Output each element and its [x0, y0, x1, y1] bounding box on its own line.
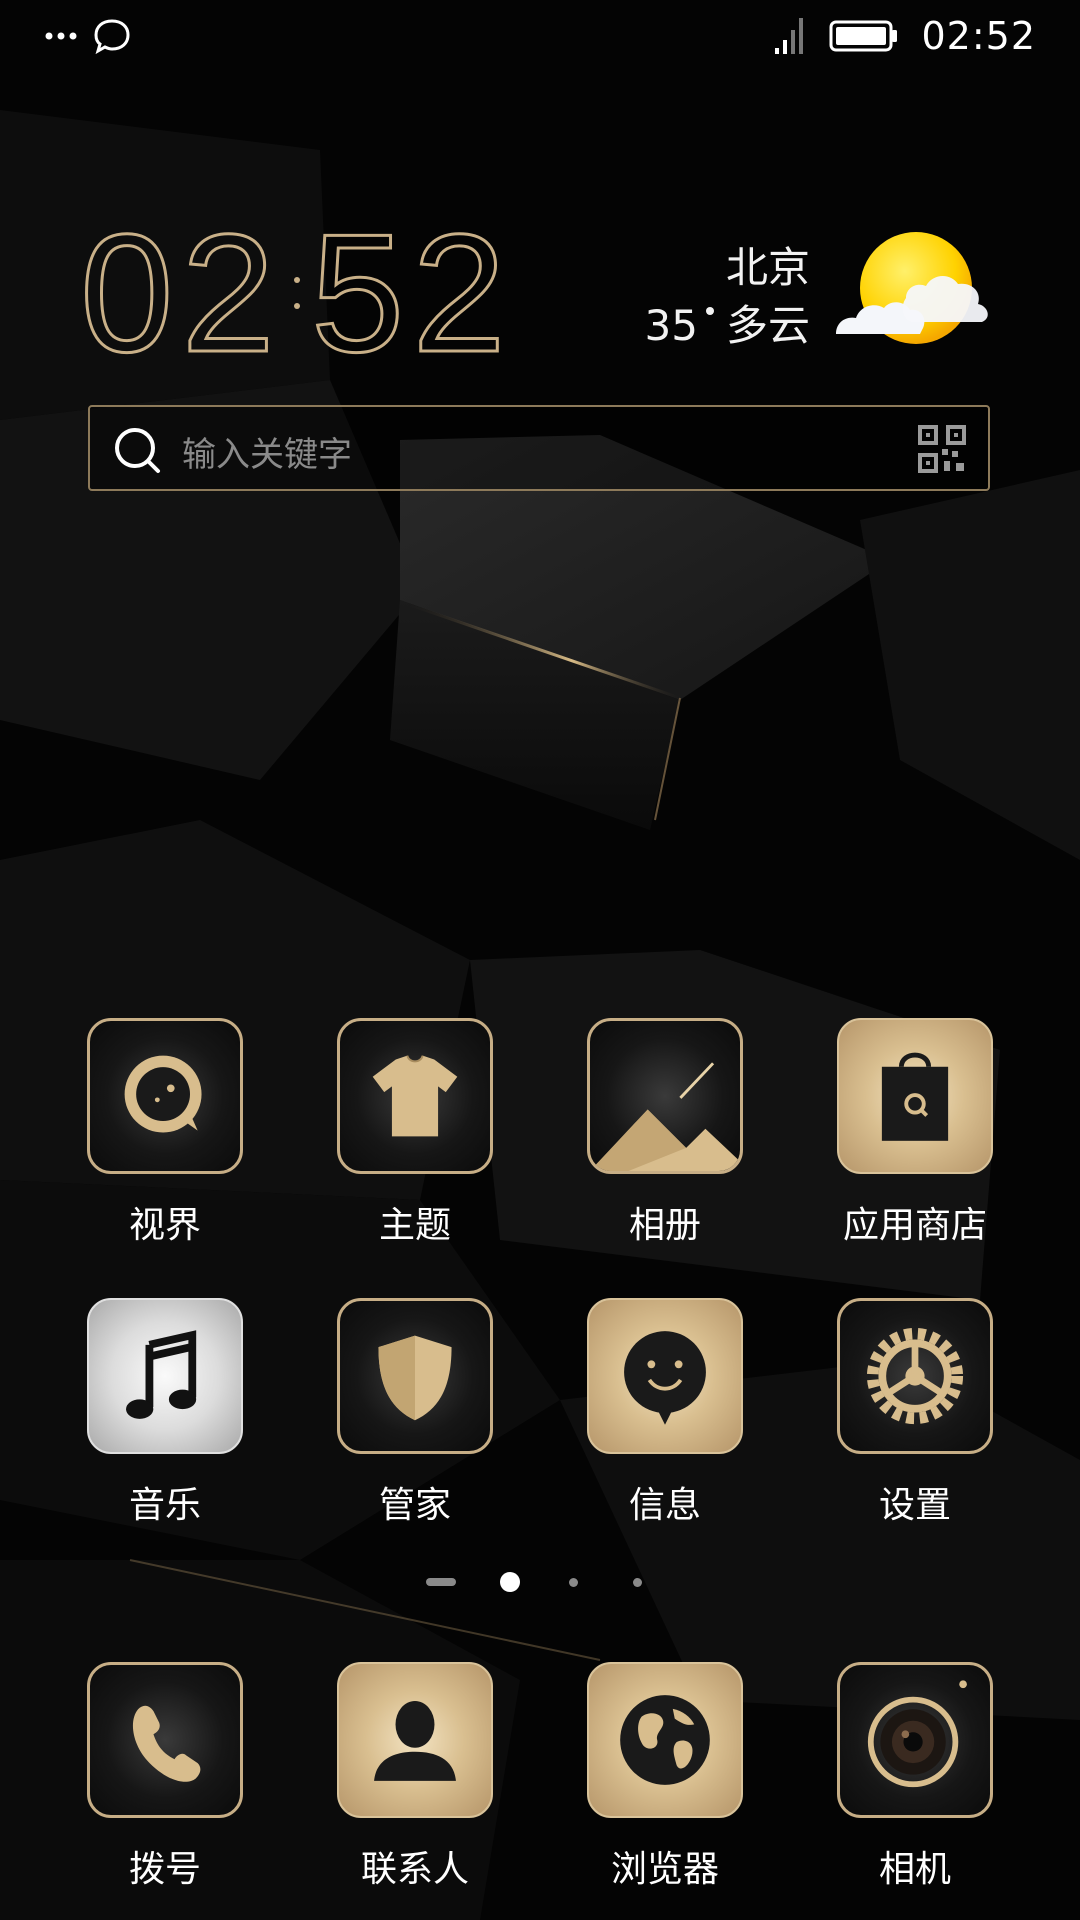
- tshirt-icon: [372, 1055, 458, 1137]
- shield-icon: [378, 1335, 452, 1421]
- app-icon-camera[interactable]: [837, 1662, 993, 1818]
- search-bar[interactable]: 输入关键字: [88, 405, 990, 491]
- app-icon-shezhi[interactable]: [837, 1298, 993, 1454]
- qr-code-icon[interactable]: [918, 425, 966, 473]
- weather-row[interactable]: 35 多云: [645, 292, 810, 353]
- partly-cloudy-icon[interactable]: [832, 226, 998, 356]
- app-label: 主题: [378, 1205, 451, 1246]
- message-bubble-icon: [624, 1331, 706, 1425]
- app-xiangce[interactable]: 相册: [565, 1018, 765, 1248]
- page-indicator[interactable]: [0, 1568, 1080, 1598]
- video-icon: [124, 1055, 202, 1133]
- clock-widget[interactable]: 02 52: [79, 199, 514, 387]
- search-icon[interactable]: [112, 425, 164, 477]
- app-shijie[interactable]: 视界: [65, 1018, 265, 1248]
- dock-dialer[interactable]: 拨号: [65, 1662, 265, 1892]
- search-input[interactable]: 输入关键字: [182, 427, 352, 476]
- app-icon-zhuti[interactable]: [337, 1018, 493, 1174]
- app-label: 管家: [378, 1485, 451, 1526]
- app-label: 应用商店: [842, 1205, 987, 1246]
- clock-minutes: 52: [309, 199, 514, 387]
- dock-browser[interactable]: 浏览器: [565, 1662, 765, 1892]
- app-store[interactable]: 应用商店: [815, 1018, 1015, 1248]
- clock-colon: [287, 263, 307, 323]
- shopping-bag-icon: [881, 1052, 949, 1141]
- weather-temperature: 35: [645, 301, 716, 350]
- page-dot-current[interactable]: [500, 1572, 520, 1592]
- app-icon-xiangce[interactable]: [587, 1018, 743, 1174]
- phone-icon: [132, 1705, 201, 1782]
- app-label: 信息: [628, 1485, 701, 1526]
- app-label: 相机: [878, 1849, 951, 1890]
- app-icon-contacts[interactable]: [337, 1662, 493, 1818]
- app-icon-guanjia[interactable]: [337, 1298, 493, 1454]
- app-icon-browser[interactable]: [587, 1662, 743, 1818]
- battery-icon: [829, 20, 898, 52]
- app-label: 联系人: [360, 1849, 469, 1890]
- app-label: 浏览器: [610, 1849, 719, 1890]
- weather-city[interactable]: 北京: [726, 234, 810, 295]
- dock-camera[interactable]: 相机: [815, 1662, 1015, 1892]
- camera-lens-icon: [867, 1680, 967, 1788]
- app-label: 音乐: [128, 1485, 201, 1526]
- weather-condition: 多云: [725, 301, 810, 350]
- gear-icon: [866, 1327, 964, 1425]
- app-icon-shijie[interactable]: [87, 1018, 243, 1174]
- app-icon-yinyue[interactable]: [87, 1298, 243, 1454]
- app-label: 视界: [128, 1205, 201, 1246]
- app-yinyue[interactable]: 音乐: [65, 1298, 265, 1528]
- more-dots-icon: [45, 32, 77, 40]
- app-zhuti[interactable]: 主题: [315, 1018, 515, 1248]
- mountain-icon: [590, 1062, 740, 1171]
- dock-contacts[interactable]: 联系人: [315, 1662, 515, 1892]
- app-label: 拨号: [128, 1849, 201, 1890]
- globe-icon: [620, 1695, 710, 1785]
- app-shezhi[interactable]: 设置: [815, 1298, 1015, 1528]
- page-dot-home[interactable]: [426, 1578, 456, 1586]
- app-xinxi[interactable]: 信息: [565, 1298, 765, 1528]
- status-time: 02:52: [921, 14, 1036, 58]
- music-note-icon: [126, 1330, 197, 1419]
- contact-person-icon: [374, 1701, 456, 1781]
- app-label: 设置: [878, 1485, 951, 1526]
- app-label: 相册: [628, 1205, 701, 1246]
- clock-hours: 02: [79, 199, 283, 387]
- app-icon-xinxi[interactable]: [587, 1298, 743, 1454]
- app-icon-store[interactable]: [837, 1018, 993, 1174]
- page-dot[interactable]: [633, 1578, 642, 1587]
- page-dot[interactable]: [569, 1578, 578, 1587]
- status-bar: 02:52: [0, 0, 1080, 72]
- chat-bubble-icon: [94, 19, 130, 55]
- signal-icon: [775, 18, 804, 54]
- app-guanjia[interactable]: 管家: [315, 1298, 515, 1528]
- app-icon-dialer[interactable]: [87, 1662, 243, 1818]
